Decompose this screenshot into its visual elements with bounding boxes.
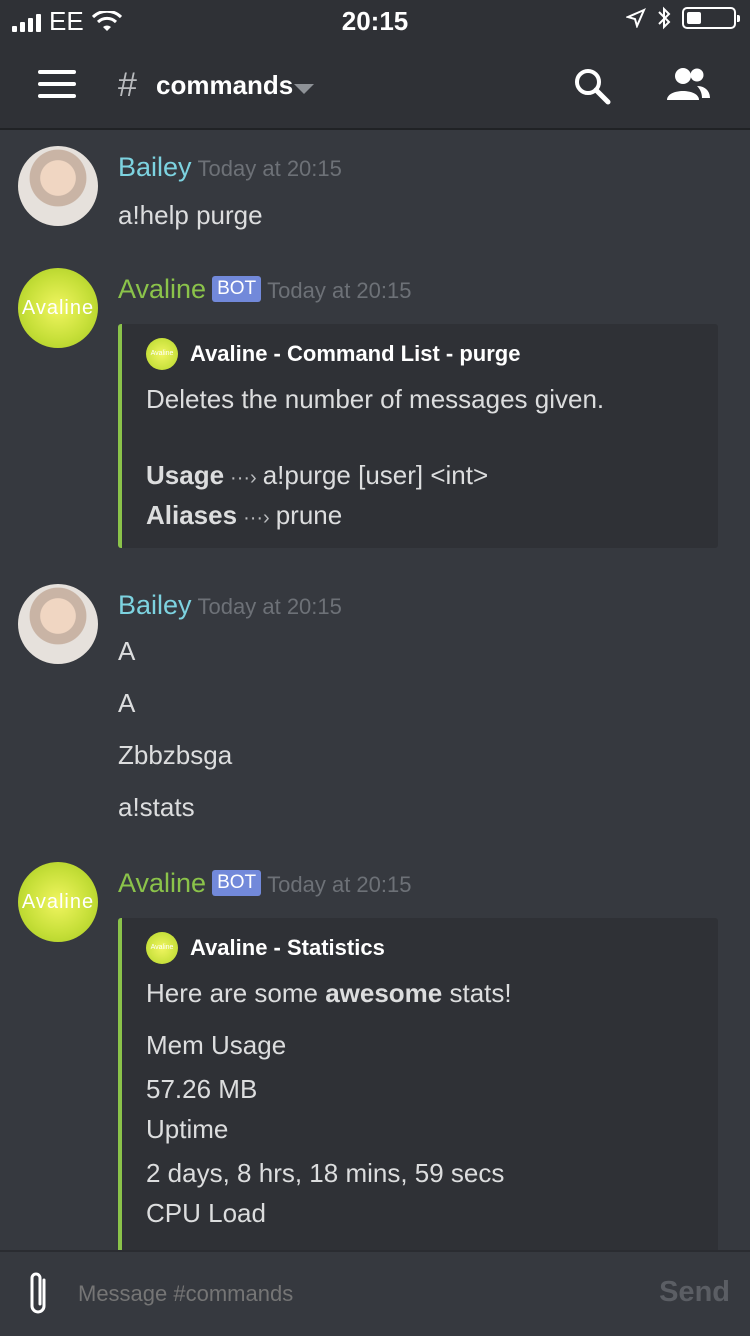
embed-author: Avaline Avaline - Command List - purge: [146, 338, 520, 370]
description-bold: awesome: [325, 978, 443, 1008]
search-icon[interactable]: [572, 66, 612, 106]
message-text: A: [118, 636, 136, 666]
bot-badge: BOT: [212, 870, 262, 896]
status-right: [626, 6, 740, 30]
field-label: Aliases: [146, 500, 238, 530]
embed-field-usage: Usage ···› a!purge [user] <int>: [146, 460, 488, 491]
username[interactable]: Bailey: [118, 152, 192, 182]
chevron-down-icon[interactable]: [294, 84, 314, 94]
embed-field-aliases: Aliases ···› prune: [146, 500, 342, 531]
avatar[interactable]: Avaline: [18, 268, 98, 348]
battery-icon: [682, 7, 740, 29]
bot-badge: BOT: [212, 276, 262, 302]
field-name: CPU Load: [146, 1198, 266, 1228]
avatar[interactable]: [18, 584, 98, 664]
channel-name[interactable]: commands: [156, 70, 293, 101]
username[interactable]: Bailey: [118, 590, 192, 620]
location-icon: [626, 8, 646, 28]
timestamp: Today at 20:15: [197, 156, 342, 181]
status-bar: EE 20:15: [0, 0, 750, 40]
timestamp: Today at 20:15: [197, 594, 342, 619]
embed-author-icon: Avaline: [146, 932, 178, 964]
message-composer: Send: [0, 1250, 750, 1336]
description-text: stats!: [442, 978, 512, 1008]
channel-header: # commands: [0, 40, 750, 130]
message-list[interactable]: Bailey Today at 20:15 a!help purge Avalin…: [0, 130, 750, 1250]
message-header: Avaline BOT Today at 20:15: [118, 274, 411, 305]
message-input[interactable]: [76, 1280, 580, 1308]
field-label: Usage: [146, 460, 225, 490]
field-name: Mem Usage: [146, 1030, 287, 1060]
field-value: prune: [275, 500, 343, 530]
paperclip-icon[interactable]: [26, 1270, 52, 1318]
arrow-icon: ···›: [243, 507, 270, 529]
timestamp: Today at 20:15: [267, 872, 412, 897]
message-text: a!stats: [118, 792, 195, 822]
members-icon[interactable]: [664, 66, 712, 102]
message-text: Zbbzbsga: [118, 740, 233, 770]
arrow-icon: ···›: [230, 467, 257, 489]
description-text: Here are some: [146, 978, 326, 1008]
channel-hash: #: [118, 66, 137, 104]
embed-author: Avaline Avaline - Statistics: [146, 932, 385, 964]
field-value: 2 days, 8 hrs, 18 mins, 59 secs: [146, 1158, 505, 1188]
embed-author-icon: Avaline: [146, 338, 178, 370]
message-text: A: [118, 688, 136, 718]
embed-author-name: Avaline - Command List - purge: [190, 341, 521, 366]
avatar[interactable]: Avaline: [18, 862, 98, 942]
avatar[interactable]: [18, 146, 98, 226]
embed-author-name: Avaline - Statistics: [190, 935, 385, 960]
message-header: Bailey Today at 20:15: [118, 590, 342, 621]
message-text: a!help purge: [118, 200, 263, 230]
embed: Avaline Avaline - Command List - purge D…: [118, 324, 718, 548]
embed: Avaline Avaline - Statistics Here are so…: [118, 918, 718, 1250]
embed-description: Deletes the number of messages given.: [146, 384, 605, 414]
timestamp: Today at 20:15: [267, 278, 412, 303]
message-header: Bailey Today at 20:15: [118, 152, 342, 183]
message-header: Avaline BOT Today at 20:15: [118, 868, 411, 899]
bluetooth-icon: [658, 6, 671, 30]
menu-icon[interactable]: [38, 70, 76, 98]
field-name: Uptime: [146, 1114, 229, 1144]
field-value: a!purge [user] <int>: [262, 460, 489, 490]
send-button[interactable]: Send: [659, 1276, 730, 1309]
embed-description: Here are some awesome stats!: [146, 978, 512, 1009]
field-value: 57.26 MB: [146, 1074, 258, 1104]
username[interactable]: Avaline: [118, 868, 206, 898]
username[interactable]: Avaline: [118, 274, 206, 304]
